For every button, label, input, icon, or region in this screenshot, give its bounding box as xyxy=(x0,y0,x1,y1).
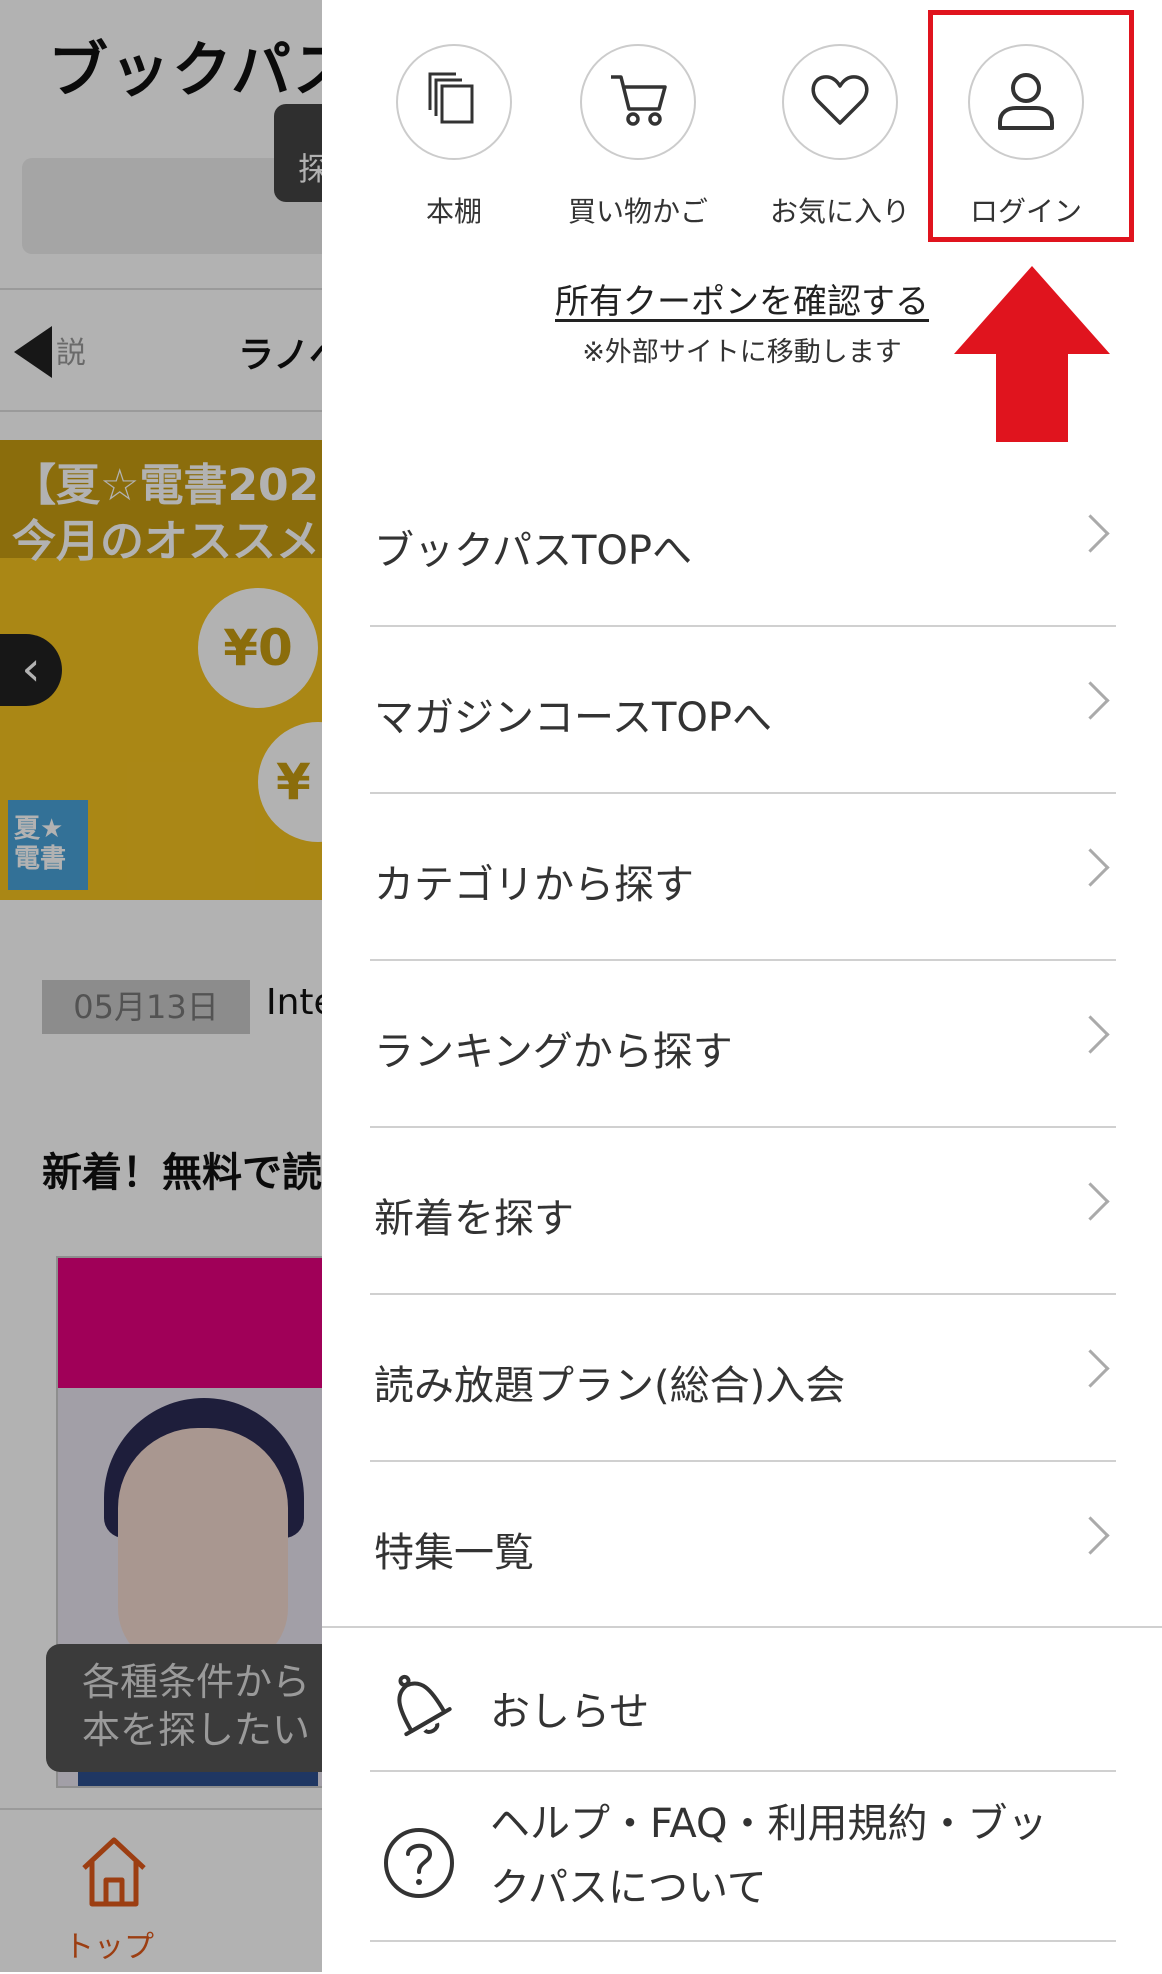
chevron-right-icon xyxy=(1071,1182,1110,1221)
menu-item-features[interactable]: 特集一覧 xyxy=(370,1462,1116,1627)
notice-item[interactable]: おしらせ xyxy=(370,1660,1116,1764)
menu-item-label: マガジンコースTOPへ xyxy=(374,695,773,741)
heart-icon xyxy=(810,73,870,131)
coupon-link[interactable]: 所有クーポンを確認する xyxy=(555,282,929,322)
help-item[interactable]: ヘルプ・FAQ・利用規約・ブッ クパスについて xyxy=(370,1790,1116,1940)
menu-item-label: 特集一覧 xyxy=(374,1530,534,1576)
bookshelf-icon xyxy=(424,70,484,134)
menu-item-label: カテゴリから探す xyxy=(374,862,694,908)
menu-item-label: 読み放題プラン(総合)入会 xyxy=(374,1363,846,1409)
favorites-label[interactable]: お気に入り xyxy=(740,190,940,230)
bell-icon xyxy=(382,1666,456,1750)
menu-item-label: ランキングから探す xyxy=(374,1029,733,1075)
notice-label: おしらせ xyxy=(490,1689,650,1735)
favorites-button[interactable] xyxy=(782,44,898,160)
side-drawer: 本棚 買い物かご お気に入り ログイン 所有クーポンを確認する ※外部サイトに移… xyxy=(322,0,1162,1972)
coupon-note: ※外部サイトに移動します xyxy=(582,337,902,368)
chevron-right-icon xyxy=(1071,848,1110,887)
menu-item-bookpass-top[interactable]: ブックパスTOPへ xyxy=(370,460,1116,627)
chevron-right-icon xyxy=(1071,514,1110,553)
chevron-right-icon xyxy=(1071,681,1110,720)
menu-item-new[interactable]: 新着を探す xyxy=(370,1128,1116,1295)
drawer-menu: ブックパスTOPへ マガジンコースTOPへ カテゴリから探す ランキングから探す… xyxy=(370,460,1116,1627)
bookshelf-button[interactable] xyxy=(396,44,512,160)
menu-item-ranking[interactable]: ランキングから探す xyxy=(370,961,1116,1128)
divider xyxy=(370,1770,1116,1772)
menu-item-category[interactable]: カテゴリから探す xyxy=(370,794,1116,961)
cart-icon xyxy=(607,71,669,133)
chevron-right-icon xyxy=(1071,1015,1110,1054)
menu-item-label: ブックパスTOPへ xyxy=(374,528,693,574)
divider xyxy=(322,1626,1162,1628)
cart-label[interactable]: 買い物かご xyxy=(538,190,738,230)
menu-item-magazine-top[interactable]: マガジンコースTOPへ xyxy=(370,627,1116,794)
login-highlight-box xyxy=(928,10,1134,242)
chevron-right-icon xyxy=(1071,1516,1110,1555)
menu-item-label: 新着を探す xyxy=(374,1196,574,1242)
help-label: ヘルプ・FAQ・利用規約・ブッ クパスについて xyxy=(490,1801,1048,1911)
bookshelf-label[interactable]: 本棚 xyxy=(354,190,554,230)
divider xyxy=(370,1940,1116,1942)
help-icon xyxy=(382,1826,456,1904)
cart-button[interactable] xyxy=(580,44,696,160)
chevron-right-icon xyxy=(1071,1349,1110,1388)
menu-item-unlimited-plan[interactable]: 読み放題プラン(総合)入会 xyxy=(370,1295,1116,1462)
